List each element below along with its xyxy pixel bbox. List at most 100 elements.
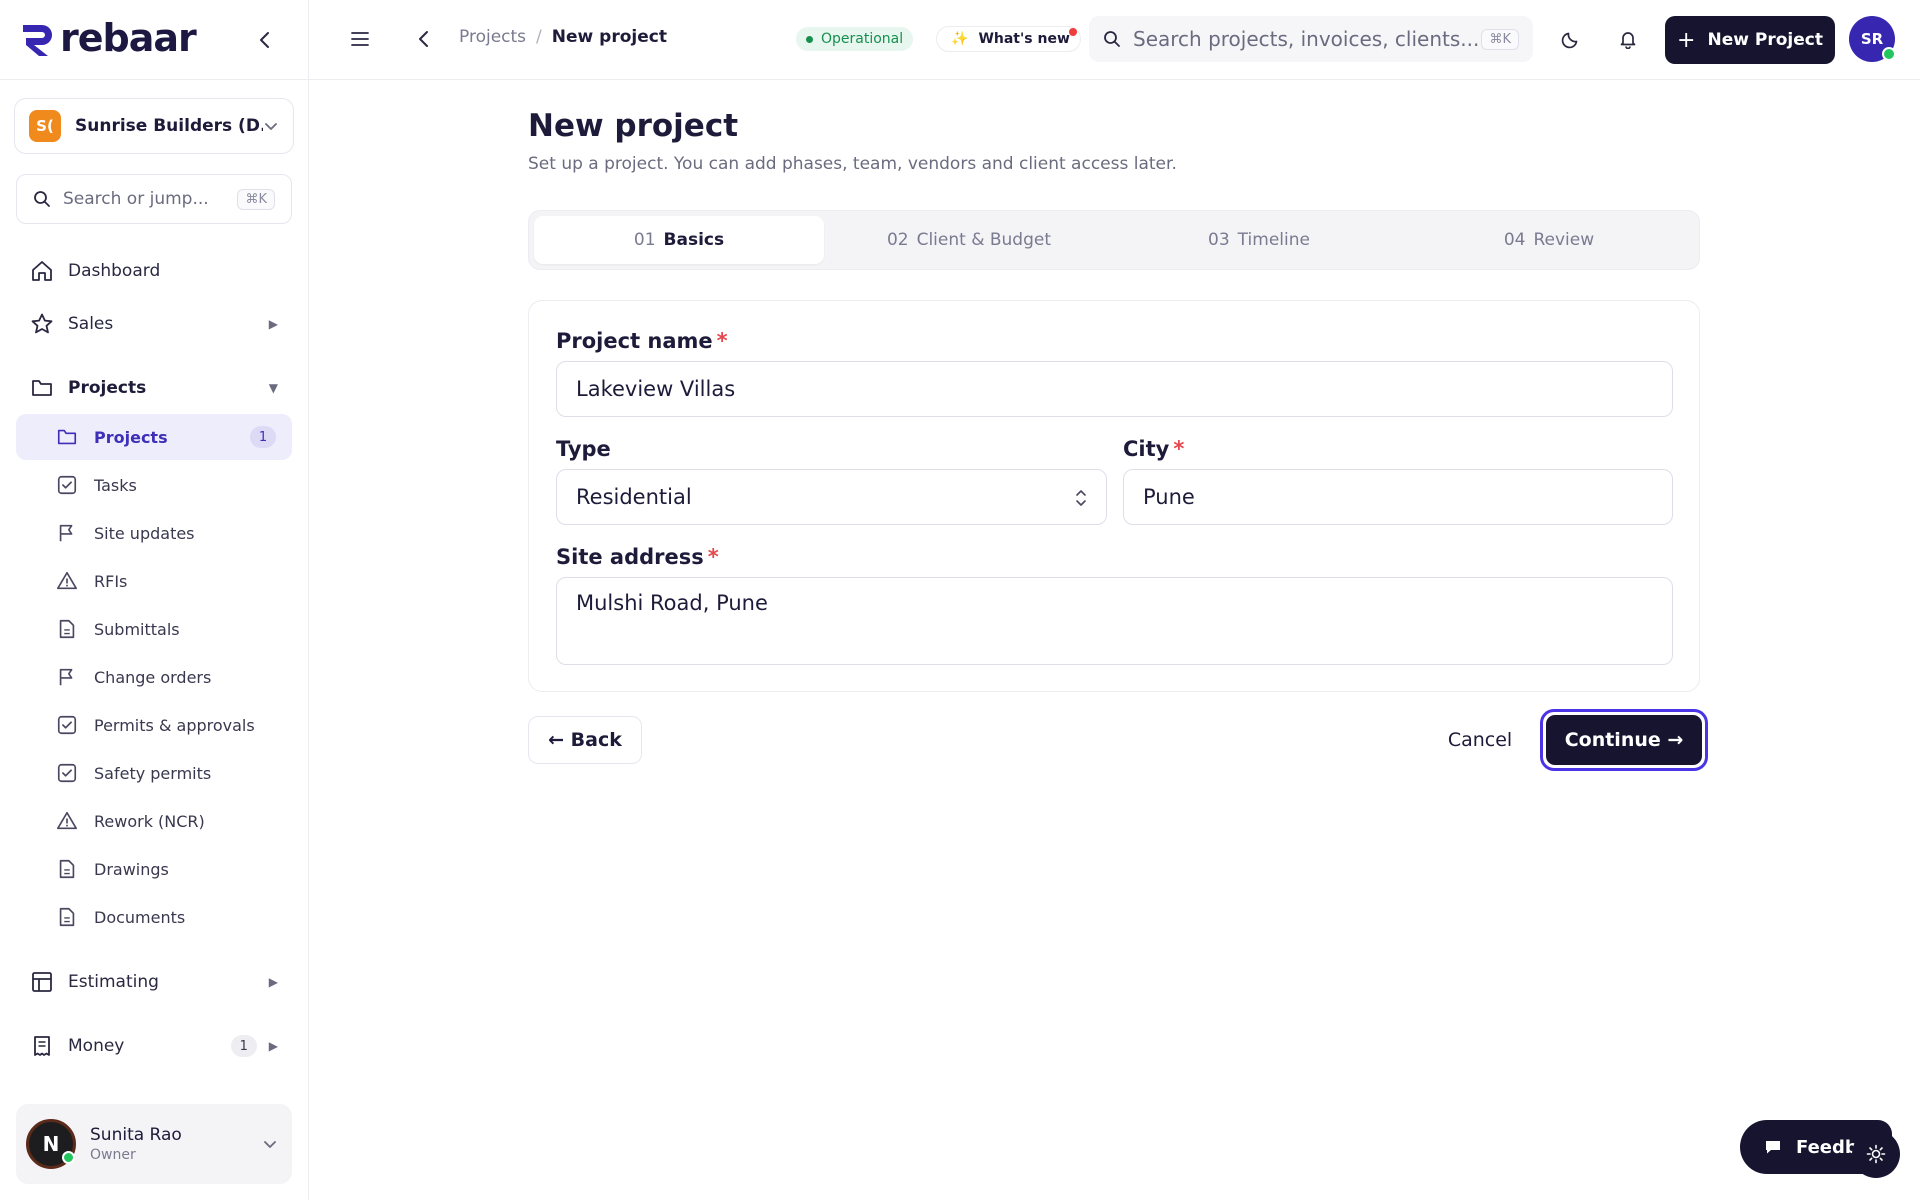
user-name: Sunita Rao bbox=[90, 1125, 182, 1145]
type-select[interactable]: Residential bbox=[556, 469, 1107, 525]
table-icon bbox=[30, 970, 54, 994]
type-label-text: Type bbox=[556, 437, 611, 461]
step-basics[interactable]: 01 Basics bbox=[534, 216, 824, 264]
sidebar-item-label: Tasks bbox=[94, 475, 137, 495]
checkbox-icon bbox=[56, 474, 78, 496]
project-name-label-text: Project name bbox=[556, 329, 713, 353]
step-timeline[interactable]: 03 Timeline bbox=[1114, 216, 1404, 264]
user-menu[interactable]: N Sunita Rao Owner bbox=[16, 1104, 292, 1184]
expand-arrow-icon: ▶ bbox=[268, 1039, 278, 1053]
step-number: 01 bbox=[633, 230, 656, 250]
sidebar-search[interactable]: Search or jump... ⌘K bbox=[16, 174, 292, 224]
count-badge: 1 bbox=[230, 1035, 257, 1057]
bell-icon[interactable] bbox=[1618, 29, 1638, 49]
new-project-label: New Project bbox=[1707, 30, 1823, 50]
theme-toggle-button[interactable] bbox=[1852, 1130, 1900, 1178]
sidebar-item-rfis[interactable]: RFIs bbox=[16, 558, 292, 604]
menu-icon[interactable] bbox=[349, 28, 371, 50]
sidebar-item-label: Submittals bbox=[94, 619, 180, 639]
sidebar-item-sales[interactable]: Sales ▶ bbox=[16, 302, 292, 346]
sidebar-item-projects[interactable]: Projects 1 bbox=[16, 414, 292, 460]
sidebar-item-label: Change orders bbox=[94, 667, 212, 687]
sidebar-item-estimating[interactable]: Estimating ▶ bbox=[16, 960, 292, 1004]
avatar: N bbox=[26, 1119, 76, 1169]
city-label-text: City bbox=[1123, 437, 1170, 461]
sidebar-item-label: Documents bbox=[94, 907, 186, 927]
org-avatar: S( bbox=[29, 110, 61, 142]
whats-new-button[interactable]: ✨ What's new bbox=[936, 26, 1081, 52]
continue-button[interactable]: Continue → bbox=[1540, 709, 1708, 771]
required-marker: * bbox=[707, 545, 719, 569]
sidebar-item-drawings[interactable]: Drawings bbox=[16, 846, 292, 892]
sidebar-item-tasks[interactable]: Tasks bbox=[16, 462, 292, 508]
count-badge: 1 bbox=[250, 426, 276, 448]
site-address-field[interactable]: Mulshi Road, Pune bbox=[556, 577, 1673, 665]
user-role: Owner bbox=[90, 1147, 136, 1163]
star-icon bbox=[30, 312, 54, 336]
avatar[interactable]: SR bbox=[1849, 16, 1896, 62]
rebaar-logo-icon bbox=[20, 22, 56, 58]
shortcut-hint: ⌘K bbox=[1481, 28, 1519, 50]
breadcrumb-current: New project bbox=[551, 27, 667, 47]
new-project-button[interactable]: + New Project bbox=[1665, 16, 1835, 64]
sidebar-item-label: Projects bbox=[94, 427, 168, 447]
breadcrumb-projects[interactable]: Projects bbox=[459, 27, 526, 47]
sun-icon bbox=[1866, 1144, 1886, 1164]
topbar: Projects / New project Operational ✨ Wha… bbox=[309, 0, 1920, 80]
step-label: Timeline bbox=[1237, 230, 1310, 250]
org-switcher[interactable]: S( Sunrise Builders (D... bbox=[14, 98, 294, 154]
flag-icon bbox=[56, 666, 78, 688]
project-name-field[interactable]: Lakeview Villas bbox=[556, 361, 1673, 417]
sparkle-icon: ✨ bbox=[951, 31, 969, 47]
continue-label: Continue → bbox=[1546, 715, 1702, 765]
page-subtitle: Set up a project. You can add phases, te… bbox=[528, 154, 1177, 174]
sidebar-item-submittals[interactable]: Submittals bbox=[16, 606, 292, 652]
sidebar-item-label: Drawings bbox=[94, 859, 169, 879]
sidebar-item-label: Estimating bbox=[68, 972, 159, 992]
site-address-value: Mulshi Road, Pune bbox=[576, 591, 768, 615]
wizard-stepper: 01 Basics 02 Client & Budget 03 Timeline… bbox=[528, 210, 1700, 270]
moon-icon[interactable] bbox=[1561, 29, 1581, 49]
breadcrumb: Projects / New project bbox=[459, 27, 667, 47]
type-value: Residential bbox=[576, 485, 692, 509]
sidebar-group-projects[interactable]: Projects ▼ bbox=[16, 366, 292, 410]
back-button[interactable]: ← Back bbox=[528, 716, 642, 764]
sidebar-item-label: RFIs bbox=[94, 571, 128, 591]
sidebar-item-label: Safety permits bbox=[94, 763, 212, 783]
cancel-button[interactable]: Cancel bbox=[1440, 716, 1520, 764]
global-search-input[interactable]: Search projects, invoices, clients... ⌘K bbox=[1089, 16, 1533, 62]
sidebar-item-money[interactable]: Money 1 ▶ bbox=[16, 1024, 292, 1068]
site-address-label-text: Site address bbox=[556, 545, 704, 569]
org-name: Sunrise Builders (D... bbox=[75, 116, 263, 136]
sidebar-item-documents[interactable]: Documents bbox=[16, 894, 292, 940]
checkbox-icon bbox=[56, 714, 78, 736]
logo-row: rebaar bbox=[0, 0, 309, 80]
collapse-arrow-icon: ▼ bbox=[268, 381, 278, 395]
step-label: Client & Budget bbox=[916, 230, 1052, 250]
collapse-sidebar-icon[interactable] bbox=[255, 30, 275, 50]
step-label: Review bbox=[1533, 230, 1595, 250]
sidebar-item-label: Rework (NCR) bbox=[94, 811, 205, 831]
document-icon bbox=[56, 618, 78, 640]
shortcut-hint: ⌘K bbox=[237, 188, 275, 210]
city-label: City * bbox=[1123, 437, 1184, 461]
city-field[interactable]: Pune bbox=[1123, 469, 1673, 525]
breadcrumb-separator: / bbox=[536, 27, 542, 47]
step-client-budget[interactable]: 02 Client & Budget bbox=[824, 216, 1114, 264]
sidebar-item-safety-permits[interactable]: Safety permits bbox=[16, 750, 292, 796]
home-icon bbox=[30, 259, 54, 283]
checkbox-icon bbox=[56, 762, 78, 784]
expand-arrow-icon: ▶ bbox=[268, 975, 278, 989]
sidebar: rebaar S( Sunrise Builders (D... Search … bbox=[0, 0, 309, 1200]
sidebar-item-change-orders[interactable]: Change orders bbox=[16, 654, 292, 700]
required-marker: * bbox=[716, 329, 728, 353]
back-arrow-icon[interactable] bbox=[413, 28, 435, 50]
site-address-label: Site address * bbox=[556, 545, 719, 569]
sidebar-item-dashboard[interactable]: Dashboard bbox=[16, 249, 292, 293]
step-review[interactable]: 04 Review bbox=[1404, 216, 1694, 264]
sidebar-item-rework-ncr[interactable]: Rework (NCR) bbox=[16, 798, 292, 844]
sidebar-item-site-updates[interactable]: Site updates bbox=[16, 510, 292, 556]
type-label: Type bbox=[556, 437, 611, 461]
sidebar-item-permits-approvals[interactable]: Permits & approvals bbox=[16, 702, 292, 748]
status-badge[interactable]: Operational bbox=[796, 27, 914, 51]
